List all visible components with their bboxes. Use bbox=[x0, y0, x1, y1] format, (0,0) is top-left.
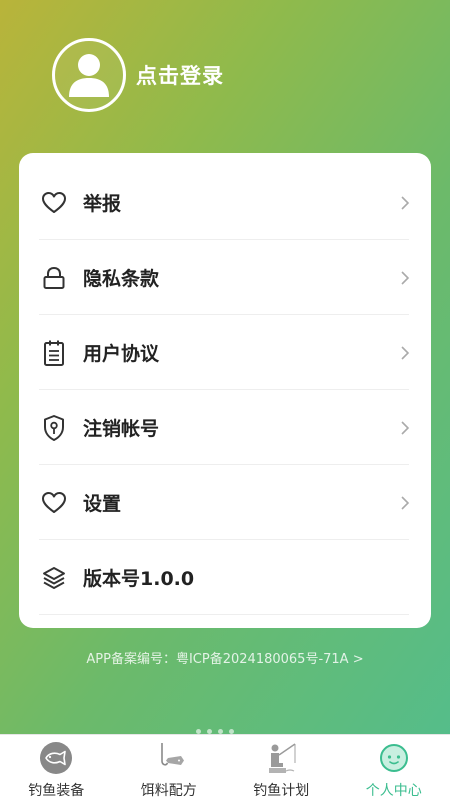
menu-item-report[interactable]: 举报 bbox=[39, 165, 410, 240]
menu-card: 举报 隐私条款 用户协议 注销帐号 设置 版本号1.0.0 bbox=[19, 153, 431, 628]
menu-item-label: 设置 bbox=[83, 493, 122, 515]
login-label[interactable]: 点击登录 bbox=[136, 60, 224, 90]
login-area[interactable]: 点击登录 bbox=[52, 38, 224, 112]
tab-label: 钓鱼计划 bbox=[253, 783, 310, 799]
bottom-tab-bar: 钓鱼装备 饵料配方 钓鱼计划 个人中心 bbox=[0, 734, 450, 800]
tab-label: 个人中心 bbox=[365, 783, 422, 799]
heart-icon bbox=[39, 488, 69, 518]
menu-item-label: 用户协议 bbox=[83, 343, 160, 365]
angler-icon bbox=[264, 741, 298, 775]
tab-label: 钓鱼装备 bbox=[28, 783, 85, 799]
tab-label: 饵料配方 bbox=[140, 783, 197, 799]
tab-bait-recipe[interactable]: 饵料配方 bbox=[113, 735, 226, 800]
chevron-right-icon bbox=[401, 345, 410, 360]
user-icon bbox=[69, 54, 109, 97]
icp-filing-link[interactable]: APP备案编号：粤ICP备2024180065号-71A > bbox=[0, 648, 450, 667]
chevron-right-icon bbox=[401, 495, 410, 510]
lock-icon bbox=[39, 263, 69, 293]
menu-item-label: 版本号1.0.0 bbox=[83, 568, 195, 590]
heart-icon bbox=[39, 188, 69, 218]
chevron-right-icon bbox=[401, 195, 410, 210]
avatar[interactable] bbox=[52, 38, 126, 112]
fish-icon bbox=[39, 741, 73, 775]
notepad-icon bbox=[39, 338, 69, 368]
menu-item-user-agreement[interactable]: 用户协议 bbox=[39, 315, 410, 390]
layers-icon bbox=[39, 563, 69, 593]
shield-key-icon bbox=[39, 413, 69, 443]
tab-personal-center[interactable]: 个人中心 bbox=[338, 735, 450, 800]
menu-item-label: 隐私条款 bbox=[83, 268, 160, 290]
menu-item-label: 注销帐号 bbox=[83, 418, 160, 440]
hook-bait-icon bbox=[152, 741, 186, 775]
menu-item-delete-account[interactable]: 注销帐号 bbox=[39, 390, 410, 465]
tab-fishing-gear[interactable]: 钓鱼装备 bbox=[0, 735, 113, 800]
menu-item-label: 举报 bbox=[83, 193, 122, 215]
divider bbox=[39, 614, 409, 615]
menu-item-version[interactable]: 版本号1.0.0 bbox=[39, 540, 409, 615]
menu-item-privacy[interactable]: 隐私条款 bbox=[39, 240, 410, 315]
chevron-right-icon bbox=[401, 420, 410, 435]
menu-item-settings[interactable]: 设置 bbox=[39, 465, 410, 540]
face-icon bbox=[377, 741, 411, 775]
chevron-right-icon bbox=[401, 270, 410, 285]
tab-fishing-plan[interactable]: 钓鱼计划 bbox=[225, 735, 338, 800]
